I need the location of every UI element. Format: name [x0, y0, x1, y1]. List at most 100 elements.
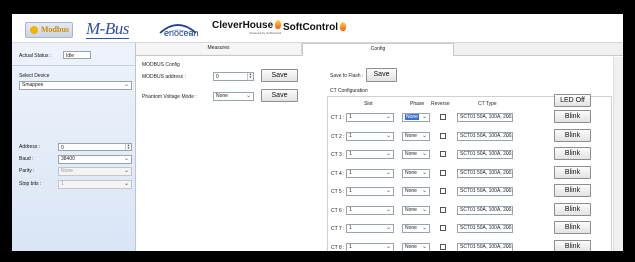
- logo-bar: Modbus M-Bus enocean CleverHouse Powered…: [12, 14, 623, 43]
- cleverhouse-logo: CleverHouse Powered by SoftControl: [212, 20, 282, 35]
- ct-phase-select[interactable]: None ⌄: [402, 224, 430, 233]
- ct-reverse-checkbox[interactable]: [440, 225, 446, 231]
- softcontrol-logo-text: SoftControl: [283, 22, 338, 33]
- actual-status-field: Idle: [63, 51, 91, 59]
- baud-select[interactable]: 38400 ⌄: [58, 155, 132, 164]
- ct-blink-button[interactable]: Blink: [554, 110, 591, 123]
- tab-measures[interactable]: Measures: [136, 43, 302, 54]
- ct-phase-select[interactable]: None ⌄: [402, 168, 430, 178]
- ct-blink-button[interactable]: Blink: [554, 165, 591, 179]
- address-value: 0: [61, 145, 64, 151]
- ct-slot-select[interactable]: 1 ⌄: [346, 150, 394, 159]
- baud-select-value: 38400: [61, 156, 75, 162]
- mbus-logo: M-Bus: [86, 19, 129, 39]
- enocean-logo: enocean: [154, 19, 202, 41]
- ct-row-label: CT 3 :: [331, 152, 345, 158]
- parity-select[interactable]: None ⌄: [58, 167, 132, 176]
- phase-column-header: Phase: [410, 101, 425, 107]
- ct-reverse-checkbox[interactable]: [440, 151, 446, 157]
- ct-reverse-checkbox[interactable]: [440, 188, 446, 194]
- chevron-down-icon: ⌄: [421, 225, 427, 231]
- chevron-down-icon: ⌄: [504, 169, 510, 176]
- chevron-down-icon: ⌄: [385, 132, 391, 139]
- ct-phase-select[interactable]: None ⌄: [402, 131, 430, 141]
- ct-phase-select[interactable]: None ⌄: [402, 242, 430, 251]
- ct-slot-select[interactable]: 1 ⌄: [346, 224, 394, 233]
- ct-config-title: CT Configuration: [330, 88, 368, 94]
- stopbits-select[interactable]: 1 ⌄: [58, 180, 132, 189]
- chevron-down-icon: ⌄: [421, 114, 427, 120]
- modbus-address-stepper[interactable]: 0 ▲ ▼: [213, 72, 254, 81]
- softcontrol-logo: SoftControl: [283, 22, 346, 33]
- ct-phase-select[interactable]: None ⌄: [402, 113, 430, 122]
- ct-type-select[interactable]: SCT01 50A, 100A, 200. ⌄: [457, 150, 513, 159]
- stopbits-label: Stop bits :: [19, 181, 42, 187]
- ct-slot-value: 1: [349, 225, 352, 231]
- ct-slot-select[interactable]: 1 ⌄: [346, 205, 394, 215]
- chevron-down-icon: ⌄: [421, 151, 427, 157]
- ct-type-column-header: CT Type: [478, 101, 497, 107]
- phantom-voltage-save-button[interactable]: Save: [261, 89, 298, 102]
- chevron-down-icon: ⌄: [504, 151, 510, 157]
- ct-reverse-checkbox[interactable]: [440, 243, 446, 250]
- ct-config-group: Slot Phase Reverse CT Type LED Off CT 1 …: [327, 94, 612, 251]
- tab-config[interactable]: Config: [302, 43, 454, 56]
- chevron-down-icon: ⌄: [385, 206, 391, 213]
- ct-reverse-checkbox[interactable]: [440, 169, 446, 176]
- ct-slot-select[interactable]: 1 ⌄: [346, 168, 394, 178]
- spinner-arrows-icon[interactable]: ▲ ▼: [247, 73, 253, 80]
- ct-blink-button[interactable]: Blink: [554, 202, 591, 216]
- chevron-down-icon: ⌄: [421, 206, 427, 213]
- chevron-down-icon: ⌄: [385, 114, 391, 120]
- phantom-voltage-value: None: [216, 93, 228, 99]
- ct-row-label: CT 4 :: [331, 170, 345, 177]
- ct-type-select[interactable]: SCT01 50A, 100A, 200. ⌄: [457, 187, 513, 196]
- modbus-config-section: MODBUS Config MODBUS address : 0 ▲ ▼ Save…: [140, 61, 308, 251]
- modbus-logo-text: Modbus: [41, 25, 70, 34]
- vertical-scrollbar[interactable]: [613, 57, 623, 251]
- cleverhouse-logo-subtitle: Powered by SoftControl: [249, 31, 282, 35]
- ct-slot-select[interactable]: 1 ⌄: [346, 242, 394, 251]
- ct-phase-value: None: [405, 169, 417, 176]
- actual-status-label: Actual Status :: [19, 53, 52, 59]
- reverse-column-header: Reverse: [431, 101, 450, 107]
- ct-reverse-checkbox[interactable]: [440, 206, 446, 213]
- ct-phase-select[interactable]: None ⌄: [402, 205, 430, 215]
- slot-column-header: Slot: [364, 101, 373, 107]
- ct-blink-button[interactable]: Blink: [554, 239, 591, 251]
- phantom-voltage-select[interactable]: None ⌄: [213, 92, 254, 101]
- ct-row: CT 5 :1 ⌄ None ⌄ SCT01 50A, 100A, 200. ⌄ Blink: [328, 184, 611, 200]
- flame-icon: [275, 20, 282, 29]
- ct-type-select[interactable]: SCT01 50A, 100A, 200. ⌄: [457, 113, 513, 122]
- device-select[interactable]: Smappee ⌄: [19, 81, 132, 90]
- save-to-flash-label: Save to Flash :: [330, 73, 364, 79]
- ct-blink-button[interactable]: Blink: [554, 147, 591, 160]
- ct-type-select[interactable]: SCT01 50A, 100A, 200. ⌄: [457, 168, 513, 178]
- ct-type-select[interactable]: SCT01 50A, 100A, 200. ⌄: [457, 131, 513, 141]
- chevron-down-icon: ⌄: [504, 243, 510, 250]
- ct-row-label: CT 5 :: [331, 189, 345, 195]
- select-device-label: Select Device: [19, 73, 50, 79]
- ct-phase-select[interactable]: None ⌄: [402, 150, 430, 159]
- ct-slot-select[interactable]: 1 ⌄: [346, 187, 394, 196]
- spinner-arrows-icon[interactable]: ▲ ▼: [125, 144, 131, 150]
- ct-slot-select[interactable]: 1 ⌄: [346, 113, 394, 122]
- chevron-down-icon: ⌄: [123, 181, 129, 187]
- ct-reverse-checkbox[interactable]: [440, 114, 446, 120]
- modbus-address-save-button[interactable]: Save: [261, 69, 298, 82]
- ct-phase-value: None: [405, 114, 419, 120]
- baud-label: Baud :: [19, 156, 34, 162]
- led-off-button[interactable]: LED Off: [554, 94, 591, 107]
- ct-type-select[interactable]: SCT01 50A, 100A, 200. ⌄: [457, 224, 513, 233]
- address-stepper[interactable]: 0 ▲ ▼: [58, 143, 132, 151]
- ct-blink-button[interactable]: Blink: [554, 128, 591, 142]
- ct-row: CT 6 :1 ⌄ None ⌄ SCT01 50A, 100A, 200. ⌄ Blink: [328, 202, 611, 219]
- ct-slot-select[interactable]: 1 ⌄: [346, 131, 394, 141]
- ct-reverse-checkbox[interactable]: [440, 132, 446, 139]
- ct-type-select[interactable]: SCT01 50A, 100A, 200. ⌄: [457, 242, 513, 251]
- ct-blink-button[interactable]: Blink: [554, 221, 591, 234]
- ct-type-select[interactable]: SCT01 50A, 100A, 200. ⌄: [457, 205, 513, 215]
- save-to-flash-button[interactable]: Save: [366, 68, 397, 82]
- ct-phase-select[interactable]: None ⌄: [402, 187, 430, 196]
- ct-blink-button[interactable]: Blink: [554, 184, 591, 197]
